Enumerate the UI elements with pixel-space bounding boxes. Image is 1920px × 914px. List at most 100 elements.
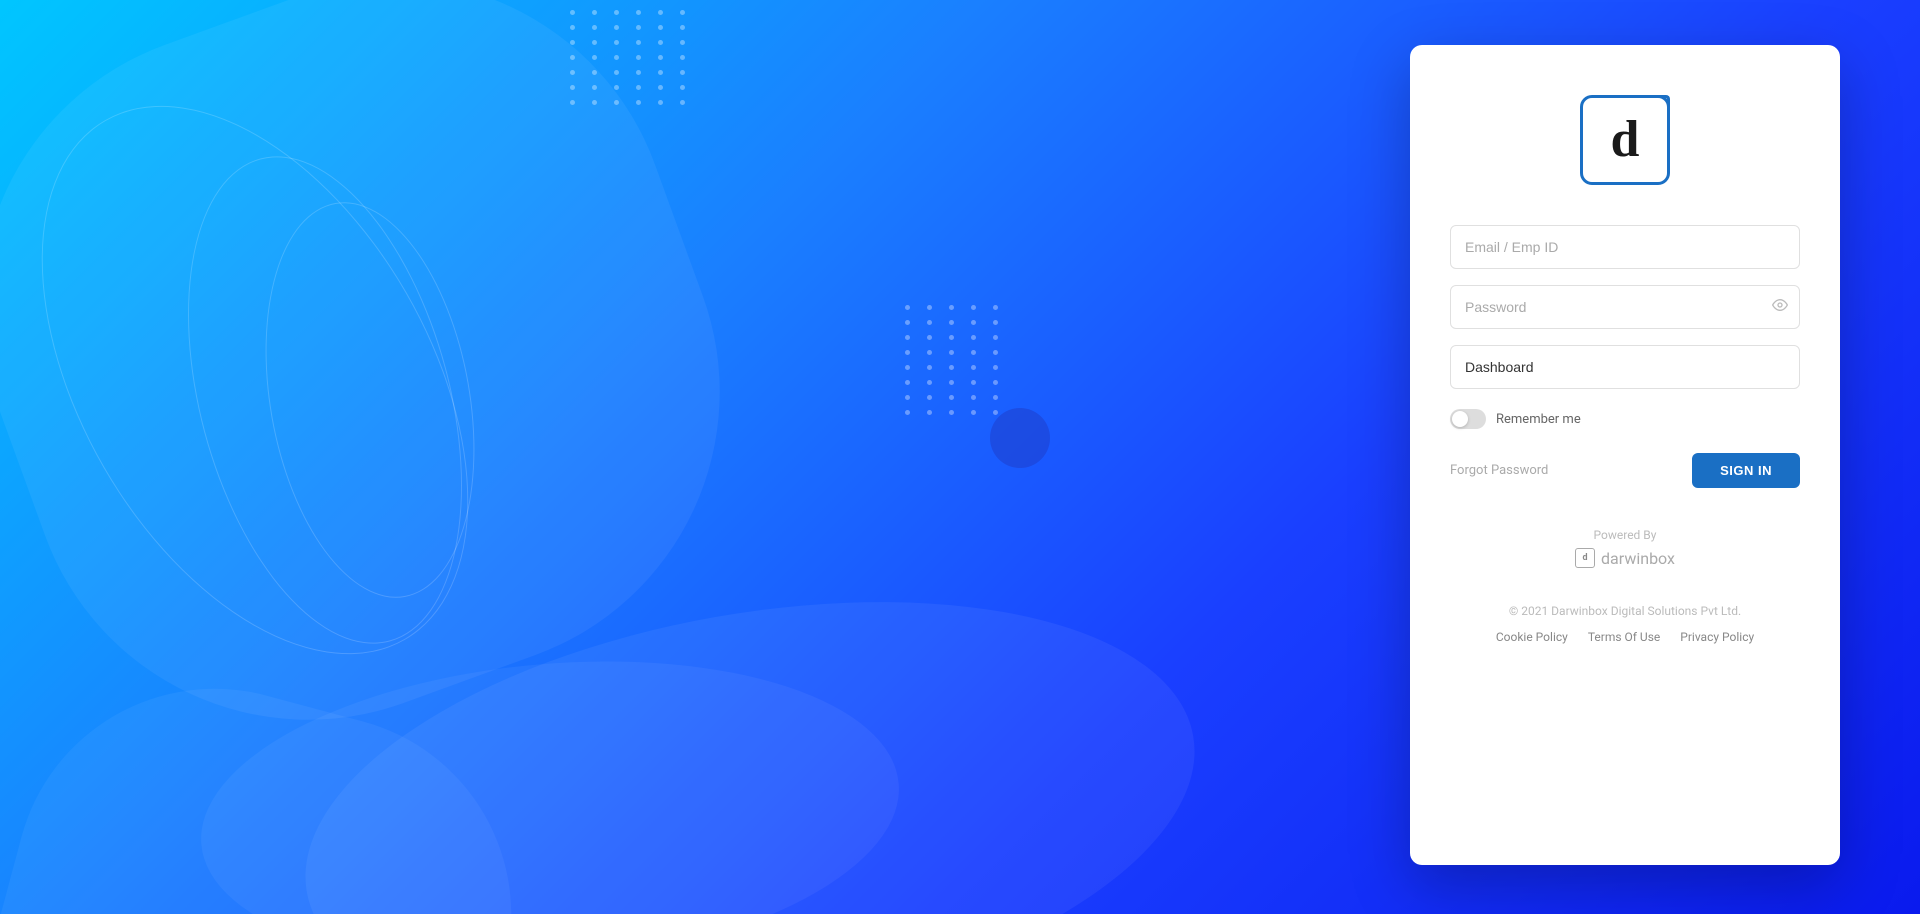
password-toggle-icon[interactable] bbox=[1772, 297, 1788, 317]
dot bbox=[658, 40, 663, 45]
powered-by-label: Powered By bbox=[1575, 528, 1675, 542]
dot bbox=[570, 85, 575, 90]
email-input[interactable] bbox=[1450, 225, 1800, 269]
darwinbox-brand-name: darwinbox bbox=[1601, 549, 1675, 568]
dot bbox=[614, 55, 619, 60]
logo-container: d bbox=[1580, 95, 1670, 185]
dot bbox=[592, 25, 597, 30]
dot-grid-top bbox=[560, 0, 702, 115]
dot bbox=[658, 85, 663, 90]
dot bbox=[592, 70, 597, 75]
dot bbox=[971, 395, 976, 400]
footer-link-2[interactable]: Privacy Policy bbox=[1680, 630, 1754, 644]
dot bbox=[905, 305, 910, 310]
logo-letter: d bbox=[1611, 114, 1640, 166]
dot bbox=[636, 55, 641, 60]
sign-in-button[interactable]: SIGN IN bbox=[1692, 453, 1800, 488]
dot bbox=[993, 305, 998, 310]
dot bbox=[949, 335, 954, 340]
dot bbox=[905, 320, 910, 325]
dot bbox=[636, 25, 641, 30]
dot bbox=[971, 365, 976, 370]
dot bbox=[927, 395, 932, 400]
dot bbox=[993, 365, 998, 370]
dot bbox=[592, 10, 597, 15]
dot bbox=[636, 70, 641, 75]
dot bbox=[927, 410, 932, 415]
copyright-text: © 2021 Darwinbox Digital Solutions Pvt L… bbox=[1509, 604, 1741, 618]
dot bbox=[658, 10, 663, 15]
toggle-knob bbox=[1452, 411, 1468, 427]
dot bbox=[949, 320, 954, 325]
dot bbox=[680, 40, 685, 45]
email-field-wrapper bbox=[1450, 225, 1800, 269]
dot bbox=[905, 350, 910, 355]
dot bbox=[570, 40, 575, 45]
dot bbox=[905, 335, 910, 340]
dot bbox=[993, 380, 998, 385]
darwinbox-logo: d darwinbox bbox=[1575, 548, 1675, 568]
dot bbox=[658, 70, 663, 75]
dashboard-input[interactable] bbox=[1450, 345, 1800, 389]
dot bbox=[927, 365, 932, 370]
dot bbox=[614, 40, 619, 45]
dot bbox=[570, 100, 575, 105]
blue-circle-accent bbox=[990, 408, 1050, 468]
dashboard-field-wrapper bbox=[1450, 345, 1800, 389]
dot bbox=[971, 410, 976, 415]
dot bbox=[570, 55, 575, 60]
dot bbox=[971, 335, 976, 340]
dot bbox=[680, 10, 685, 15]
forgot-password-link[interactable]: Forgot Password bbox=[1450, 463, 1548, 478]
footer-link-0[interactable]: Cookie Policy bbox=[1496, 630, 1568, 644]
dot bbox=[905, 410, 910, 415]
action-row: Forgot Password SIGN IN bbox=[1450, 453, 1800, 488]
dot bbox=[949, 410, 954, 415]
dot bbox=[614, 25, 619, 30]
footer-link-1[interactable]: Terms Of Use bbox=[1588, 630, 1660, 644]
dot bbox=[636, 40, 641, 45]
dot bbox=[680, 85, 685, 90]
dot bbox=[592, 40, 597, 45]
dot bbox=[993, 335, 998, 340]
dot bbox=[614, 100, 619, 105]
password-input[interactable] bbox=[1450, 285, 1800, 329]
logo-bracket bbox=[1650, 95, 1670, 115]
dot bbox=[949, 380, 954, 385]
dot bbox=[570, 10, 575, 15]
dot bbox=[927, 335, 932, 340]
dot bbox=[927, 320, 932, 325]
dot bbox=[949, 350, 954, 355]
dot bbox=[949, 365, 954, 370]
dot bbox=[680, 100, 685, 105]
dot bbox=[927, 380, 932, 385]
password-field-wrapper bbox=[1450, 285, 1800, 329]
dot bbox=[993, 320, 998, 325]
dot bbox=[971, 350, 976, 355]
dot bbox=[658, 55, 663, 60]
dot bbox=[971, 380, 976, 385]
dot bbox=[993, 410, 998, 415]
remember-me-row: Remember me bbox=[1450, 409, 1800, 429]
logo-box: d bbox=[1580, 95, 1670, 185]
dot bbox=[905, 380, 910, 385]
dot bbox=[636, 100, 641, 105]
darwinbox-icon: d bbox=[1575, 548, 1595, 568]
login-form: Remember me Forgot Password SIGN IN bbox=[1450, 225, 1800, 488]
dot bbox=[680, 55, 685, 60]
remember-me-toggle[interactable] bbox=[1450, 409, 1486, 429]
dot bbox=[658, 25, 663, 30]
dot bbox=[905, 365, 910, 370]
dot bbox=[905, 395, 910, 400]
dot bbox=[614, 10, 619, 15]
powered-by-section: Powered By d darwinbox bbox=[1575, 528, 1675, 568]
dot bbox=[570, 25, 575, 30]
dot-grid-mid bbox=[895, 295, 1015, 425]
dot bbox=[636, 10, 641, 15]
dot bbox=[636, 85, 641, 90]
footer-links: Cookie Policy Terms Of Use Privacy Policy bbox=[1496, 630, 1754, 644]
dot bbox=[971, 305, 976, 310]
dot bbox=[927, 350, 932, 355]
dot bbox=[614, 85, 619, 90]
dot bbox=[680, 25, 685, 30]
